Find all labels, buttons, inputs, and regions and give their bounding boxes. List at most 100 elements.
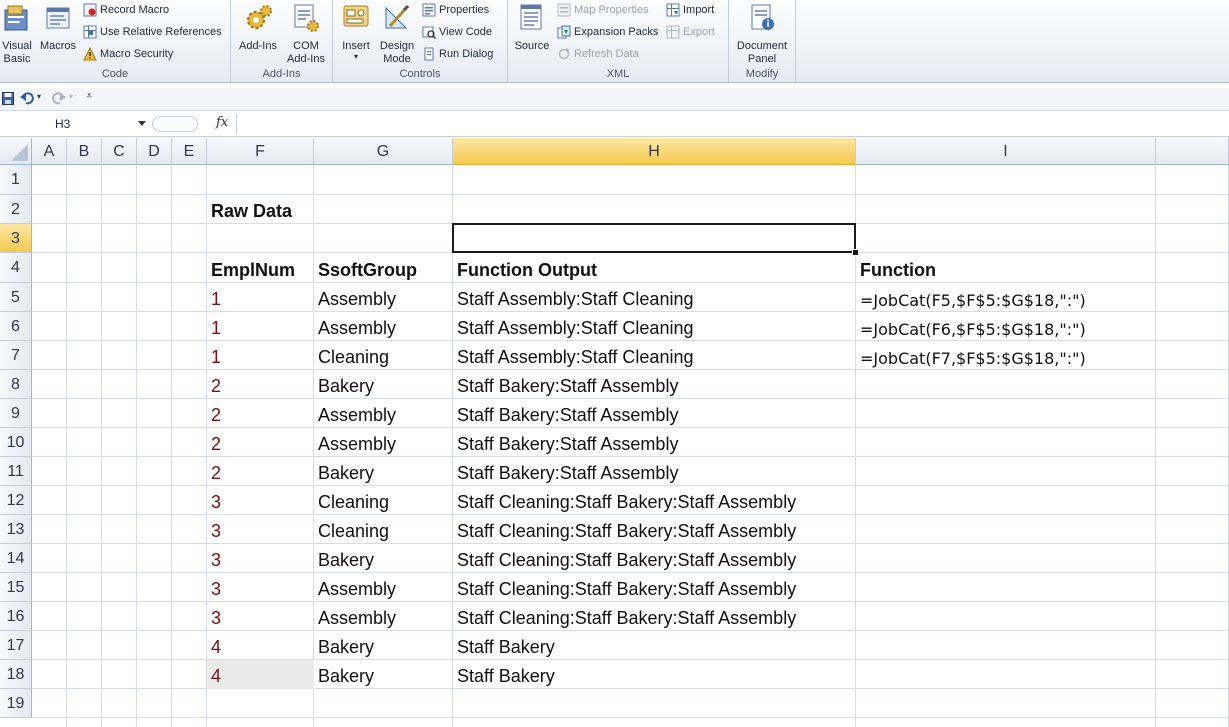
source-button[interactable]: Source — [512, 2, 552, 53]
column-header-c[interactable]: C — [102, 138, 137, 165]
cell-i7[interactable]: =JobCat(F7,$F$5:$G$18,":") — [856, 341, 1086, 370]
customize-qat-icon[interactable]: ⩡ — [86, 90, 92, 103]
cell-g9[interactable]: Assembly — [314, 399, 453, 428]
run-dialog-button[interactable]: Run Dialog — [422, 45, 493, 63]
row-header-17[interactable]: 17 — [0, 631, 32, 660]
cell-h13[interactable]: Staff Cleaning:Staff Bakery:Staff Assemb… — [453, 515, 856, 544]
cell-f15[interactable]: 3 — [207, 573, 314, 602]
cell-g14[interactable]: Bakery — [314, 544, 453, 573]
row-header-15[interactable]: 15 — [0, 573, 32, 602]
document-panel-button[interactable]: Document Panel — [733, 2, 791, 66]
cell-h14[interactable]: Staff Cleaning:Staff Bakery:Staff Assemb… — [453, 544, 856, 573]
cell-g18[interactable]: Bakery — [314, 660, 453, 689]
undo-icon[interactable] — [20, 92, 34, 105]
add-ins-button[interactable]: Add-Ins — [235, 2, 281, 53]
cell-f16[interactable]: 3 — [207, 602, 314, 631]
redo-dropdown-icon[interactable]: ▾ — [69, 92, 73, 101]
formula-bar-grip[interactable] — [152, 116, 198, 132]
cell-g15[interactable]: Assembly — [314, 573, 453, 602]
cell-g17[interactable]: Bakery — [314, 631, 453, 660]
column-header-b[interactable]: B — [67, 138, 102, 165]
cell-f4-header[interactable]: EmplNum — [207, 253, 314, 283]
expansion-packs-button[interactable]: Expansion Packs — [557, 23, 658, 41]
cell-h16[interactable]: Staff Cleaning:Staff Bakery:Staff Assemb… — [453, 602, 856, 631]
row-header-13[interactable]: 13 — [0, 515, 32, 544]
cell-h7[interactable]: Staff Assembly:Staff Cleaning — [453, 341, 856, 370]
insert-button[interactable]: Insert ▾ — [337, 2, 375, 61]
row-header-7[interactable]: 7 — [0, 341, 32, 370]
cell-f10[interactable]: 2 — [207, 428, 314, 457]
column-header-i[interactable]: I — [856, 138, 1156, 165]
column-header-g[interactable]: G — [314, 138, 453, 165]
export-button[interactable]: Export — [666, 23, 715, 41]
cell-i6[interactable]: =JobCat(F6,$F$5:$G$18,":") — [856, 312, 1086, 341]
worksheet-grid[interactable]: ABCDEFGHI 1 2 3 4 5 6 7 8 9 10 11 12 13 14 15 16 17 18 19 … — [0, 138, 1229, 727]
row-header-4[interactable]: 4 — [0, 253, 32, 283]
cell-h11[interactable]: Staff Bakery:Staff Assembly — [453, 457, 856, 486]
row-header-1[interactable]: 1 — [0, 165, 32, 195]
map-properties-button[interactable]: Map Properties — [557, 1, 649, 19]
row-header-9[interactable]: 9 — [0, 399, 32, 428]
formula-input[interactable] — [242, 115, 1225, 133]
row-header-19[interactable]: 19 — [0, 689, 32, 718]
cell-g12[interactable]: Cleaning — [314, 486, 453, 515]
cell-g16[interactable]: Assembly — [314, 602, 453, 631]
row-header-6[interactable]: 6 — [0, 312, 32, 341]
cell-i5[interactable]: =JobCat(F5,$F$5:$G$18,":") — [856, 283, 1086, 312]
macro-security-button[interactable]: Macro Security — [83, 45, 173, 63]
undo-dropdown-icon[interactable]: ▾ — [37, 92, 41, 101]
column-header-f[interactable]: F — [207, 138, 314, 165]
cell-f11[interactable]: 2 — [207, 457, 314, 486]
import-button[interactable]: Import — [666, 1, 714, 19]
macros-button[interactable]: Macros — [38, 2, 78, 53]
cell-h5[interactable]: Staff Assembly:Staff Cleaning — [453, 283, 856, 312]
column-header-d[interactable]: D — [137, 138, 172, 165]
row-header-10[interactable]: 10 — [0, 428, 32, 457]
row-header-12[interactable]: 12 — [0, 486, 32, 515]
row-header-14[interactable]: 14 — [0, 544, 32, 573]
row-header-11[interactable]: 11 — [0, 457, 32, 486]
cell-g5[interactable]: Assembly — [314, 283, 453, 312]
cell-f9[interactable]: 2 — [207, 399, 314, 428]
visual-basic-button[interactable]: Visual Basic — [0, 2, 34, 66]
cell-f5[interactable]: 1 — [207, 283, 314, 312]
cell-f12[interactable]: 3 — [207, 486, 314, 515]
cell-g11[interactable]: Bakery — [314, 457, 453, 486]
redo-icon[interactable] — [52, 92, 66, 105]
cell-f13[interactable]: 3 — [207, 515, 314, 544]
active-cell-h3[interactable] — [452, 223, 856, 253]
cell-f18[interactable]: 4 — [207, 660, 314, 689]
cell-h9[interactable]: Staff Bakery:Staff Assembly — [453, 399, 856, 428]
cell-f8[interactable]: 2 — [207, 370, 314, 399]
design-mode-button[interactable]: Design Mode — [378, 2, 416, 66]
insert-function-icon[interactable]: fx — [216, 115, 228, 130]
cell-g7[interactable]: Cleaning — [314, 341, 453, 370]
cell-g10[interactable]: Assembly — [314, 428, 453, 457]
column-header-partial[interactable] — [1156, 138, 1229, 165]
row-header-3[interactable]: 3 — [0, 224, 32, 253]
cell-h8[interactable]: Staff Bakery:Staff Assembly — [453, 370, 856, 399]
view-code-button[interactable]: View Code — [422, 23, 492, 41]
fill-handle[interactable] — [852, 249, 859, 256]
cell-h12[interactable]: Staff Cleaning:Staff Bakery:Staff Assemb… — [453, 486, 856, 515]
row-header-18[interactable]: 18 — [0, 660, 32, 689]
column-header-a[interactable]: A — [32, 138, 67, 165]
cell-f7[interactable]: 1 — [207, 341, 314, 370]
cell-g4-header[interactable]: SsoftGroup — [314, 253, 453, 283]
cell-h6[interactable]: Staff Assembly:Staff Cleaning — [453, 312, 856, 341]
name-box[interactable]: H3 — [0, 114, 148, 133]
cell-h4-header[interactable]: Function Output — [453, 253, 856, 283]
cell-g8[interactable]: Bakery — [314, 370, 453, 399]
cell-f2-title[interactable]: Raw Data — [207, 195, 314, 224]
cell-i4-header[interactable]: Function — [856, 253, 936, 283]
name-box-dropdown-icon[interactable] — [138, 121, 146, 126]
cell-h17[interactable]: Staff Bakery — [453, 631, 856, 660]
cell-g6[interactable]: Assembly — [314, 312, 453, 341]
column-header-e[interactable]: E — [172, 138, 207, 165]
column-header-h[interactable]: H — [453, 138, 856, 165]
select-all-corner[interactable] — [0, 138, 32, 165]
com-add-ins-button[interactable]: COM Add-Ins — [283, 2, 329, 66]
cell-h15[interactable]: Staff Cleaning:Staff Bakery:Staff Assemb… — [453, 573, 856, 602]
row-header-2[interactable]: 2 — [0, 195, 32, 224]
refresh-data-button[interactable]: Refresh Data — [557, 45, 639, 63]
